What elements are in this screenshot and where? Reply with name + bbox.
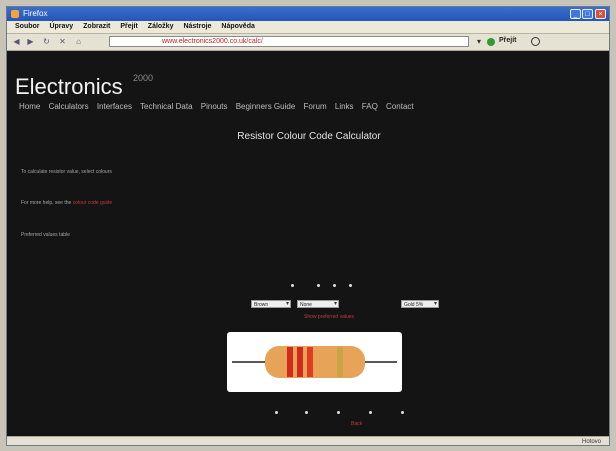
- back-link[interactable]: Back: [351, 421, 362, 427]
- resistor-band-3: [307, 347, 313, 377]
- reload-icon[interactable]: ↻: [41, 37, 52, 47]
- back-icon[interactable]: ◀: [11, 37, 22, 47]
- nav-technical-data[interactable]: Technical Data: [140, 102, 192, 111]
- intro-line-2: For more help, see the colour code guide: [21, 200, 112, 206]
- close-button[interactable]: ×: [595, 9, 606, 19]
- band-4-radio[interactable]: [349, 284, 352, 287]
- go-icon[interactable]: [487, 38, 495, 46]
- dot-1[interactable]: [275, 411, 278, 414]
- preferred-values-link[interactable]: Show preferred values: [304, 314, 354, 320]
- resistor-band-1: [287, 347, 293, 377]
- nav-interfaces[interactable]: Interfaces: [97, 102, 132, 111]
- browser-window: Firefox _ □ × Soubor Úpravy Zobrazit Pře…: [6, 6, 610, 446]
- maximize-button[interactable]: □: [582, 9, 593, 19]
- band-3-radio[interactable]: [333, 284, 336, 287]
- resistor-graphic: [232, 346, 397, 378]
- band-selector-dots: [7, 284, 609, 290]
- go-button[interactable]: Přejít: [499, 37, 517, 44]
- menu-edit[interactable]: Úpravy: [49, 21, 73, 33]
- tolerance-select[interactable]: Gold 5%: [401, 300, 439, 308]
- dot-5[interactable]: [401, 411, 404, 414]
- home-icon[interactable]: ⌂: [73, 37, 84, 47]
- site-year: 2000: [133, 73, 154, 83]
- resistor-band-4: [337, 347, 343, 377]
- url-input[interactable]: www.electronics2000.co.uk/calc/: [109, 36, 469, 47]
- nav-links[interactable]: Links: [335, 102, 354, 111]
- nav-pinouts[interactable]: Pinouts: [201, 102, 228, 111]
- page-title: Resistor Colour Code Calculator: [237, 131, 381, 142]
- dot-4[interactable]: [369, 411, 372, 414]
- bottom-dots: [7, 411, 609, 415]
- menu-view[interactable]: Zobrazit: [83, 21, 110, 33]
- dot-2[interactable]: [305, 411, 308, 414]
- resistor-band-2: [297, 347, 303, 377]
- resistor-image: [227, 332, 402, 392]
- status-bar: Hotovo: [7, 436, 609, 445]
- calculator-controls: Brown None Gold 5%: [7, 300, 609, 310]
- nav-contact[interactable]: Contact: [386, 102, 414, 111]
- band-2-radio[interactable]: [317, 284, 320, 287]
- menu-bar: Soubor Úpravy Zobrazit Přejít Záložky Ná…: [7, 21, 609, 34]
- resistor-body: [265, 346, 365, 378]
- band-2-select[interactable]: None: [297, 300, 339, 308]
- colour-guide-link[interactable]: colour code guide: [73, 200, 112, 206]
- band-1-select[interactable]: Brown: [251, 300, 291, 308]
- menu-help[interactable]: Nápověda: [221, 21, 254, 33]
- nav-home[interactable]: Home: [19, 102, 40, 111]
- menu-tools[interactable]: Nástroje: [183, 21, 211, 33]
- intro-line-3: Preferred values table: [21, 232, 70, 238]
- dropdown-arrow-icon[interactable]: ▾: [477, 37, 481, 46]
- menu-file[interactable]: Soubor: [15, 21, 40, 33]
- forward-icon[interactable]: ▶: [25, 37, 36, 47]
- navigation-toolbar: ◀ ▶ ↻ ✕ ⌂ www.electronics2000.co.uk/calc…: [7, 34, 609, 51]
- intro-text: For more help, see the: [21, 200, 73, 206]
- page-content: Electronics 2000 Home Calculators Interf…: [7, 51, 609, 436]
- firefox-icon: [11, 10, 19, 18]
- band-1-radio[interactable]: [291, 284, 294, 287]
- intro-text: Preferred values table: [21, 232, 70, 238]
- intro-text: To calculate resistor value, select colo…: [21, 169, 112, 175]
- title-bar: Firefox _ □ ×: [7, 7, 609, 21]
- status-text: Hotovo: [581, 439, 601, 445]
- nav-faq[interactable]: FAQ: [362, 102, 378, 111]
- site-navigation: Home Calculators Interfaces Technical Da…: [19, 101, 539, 113]
- dot-3[interactable]: [337, 411, 340, 414]
- nav-forum[interactable]: Forum: [304, 102, 327, 111]
- menu-bookmarks[interactable]: Záložky: [148, 21, 174, 33]
- intro-line-1: To calculate resistor value, select colo…: [21, 169, 112, 175]
- search-icon[interactable]: [531, 37, 540, 46]
- minimize-button[interactable]: _: [570, 9, 581, 19]
- nav-calculators[interactable]: Calculators: [49, 102, 89, 111]
- stop-icon[interactable]: ✕: [57, 37, 68, 47]
- window-title: Firefox: [23, 9, 48, 18]
- site-title[interactable]: Electronics: [15, 75, 123, 99]
- nav-beginners-guide[interactable]: Beginners Guide: [236, 102, 296, 111]
- menu-go[interactable]: Přejít: [120, 21, 138, 33]
